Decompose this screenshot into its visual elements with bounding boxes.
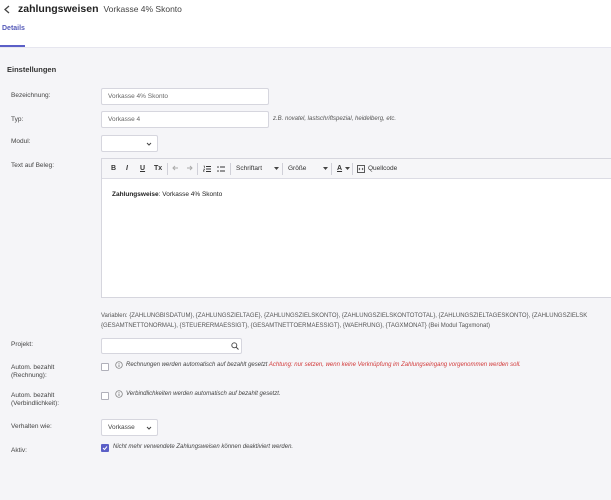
tab-details[interactable]: Details [2,25,25,32]
autom-verbindlichkeit-checkbox[interactable] [101,392,109,400]
search-icon[interactable] [231,342,239,350]
page-title: zahlungsweisen Vorkasse 4% Skonto [18,3,182,15]
undo-icon[interactable] [172,165,180,173]
clear-format-button[interactable]: Tx [154,164,162,174]
rich-text-editor[interactable]: B I U Tx Schriftart Größe A Quellcode Za… [101,158,611,298]
tab-active-indicator [0,45,25,47]
font-size-dropdown[interactable]: Größe [288,164,306,174]
chevron-down-icon [345,167,350,170]
underline-button[interactable]: U [140,164,145,174]
chevron-down-icon [274,167,279,170]
autom-rechnung-label: Autom. bezahlt (Rechnung): [11,364,54,380]
autom-rechnung-label-line1: Autom. bezahlt [11,364,55,371]
autom-rechnung-label-line2: (Rechnung): [11,372,47,379]
toolbar-divider [331,163,332,175]
verhalten-label: Verhalten wie: [11,423,52,430]
projekt-search-input[interactable] [101,338,242,354]
font-family-dropdown[interactable]: Schriftart [236,164,262,174]
editor-content[interactable]: Zahlungsweise: Vorkasse 4% Skonto [112,191,222,198]
autom-verbindlichkeit-description: Verbindlichkeiten werden automatisch auf… [126,391,281,397]
section-title: Einstellungen [7,65,57,74]
autom-verbindlichkeit-label-line1: Autom. bezahlt [11,392,55,399]
info-icon [115,390,123,398]
text-color-button[interactable]: A [337,164,342,174]
page-header: zahlungsweisen Vorkasse 4% Skonto Detail… [0,0,611,48]
aktiv-description: Nicht mehr verwendete Zahlungsweisen kön… [113,444,294,450]
toolbar-divider [282,163,283,175]
autom-verbindlichkeit-label-line2: (Verbindlichkeit): [11,400,60,407]
typ-input[interactable]: Vorkasse 4 [101,111,269,128]
italic-button[interactable]: I [126,164,128,174]
chevron-down-icon [323,167,328,170]
aktiv-label: Aktiv: [11,447,27,454]
toolbar-divider [197,163,198,175]
editor-content-text: : Vorkasse 4% Skonto [158,191,223,198]
variables-line-2: {GESAMTNETTONORMAL}, {STEUERERMAESSIGT},… [101,323,490,329]
bold-button[interactable]: B [111,164,116,174]
typ-hint: z.B. novatel, lastschriftspezial, heidel… [273,116,397,122]
info-icon [115,361,123,369]
projekt-label: Projekt: [11,341,34,348]
autom-rechnung-desc-text: Rechnungen werden automatisch auf bezahl… [126,362,268,368]
checkmark-icon [102,446,108,451]
autom-verbindlichkeit-label: Autom. bezahlt (Verbindlichkeit): [11,392,59,408]
back-arrow-icon[interactable] [3,5,11,14]
redo-icon[interactable] [185,165,193,173]
source-code-button[interactable]: Quellcode [368,164,397,174]
editor-content-bold: Zahlungsweise [112,191,159,198]
page-subtitle: Vorkasse 4% Skonto [103,4,182,14]
numbered-list-icon[interactable] [203,165,211,173]
bezeichnung-label: Bezeichnung: [11,92,51,99]
modul-label: Modul: [11,138,31,145]
toolbar-divider [230,163,231,175]
editor-toolbar: B I U Tx Schriftart Größe A Quellcode [102,159,611,179]
autom-rechnung-warning: Achtung: nur setzen, wenn keine Verknüpf… [268,362,521,368]
chevron-down-icon [146,142,152,146]
bezeichnung-input[interactable]: Vorkasse 4% Skonto [101,88,269,105]
variables-help: Variablen: {ZAHLUNGBISDATUM}, {ZAHLUNGSZ… [101,311,587,331]
typ-label: Typ: [11,116,24,123]
verhalten-select-value: Vorkasse [108,424,135,431]
aktiv-checkbox[interactable] [101,444,109,452]
autom-rechnung-description: Rechnungen werden automatisch auf bezahl… [126,362,521,368]
bullet-list-icon[interactable] [217,165,225,173]
source-code-icon [357,165,365,173]
chevron-down-icon [146,426,152,430]
text-beleg-label: Text auf Beleg: [11,162,54,169]
toolbar-divider [352,163,353,175]
page-title-main: zahlungsweisen [18,3,99,15]
variables-line-1: Variablen: {ZAHLUNGBISDATUM}, {ZAHLUNGSZ… [101,313,588,319]
toolbar-divider [167,163,168,175]
autom-rechnung-checkbox[interactable] [101,363,109,371]
